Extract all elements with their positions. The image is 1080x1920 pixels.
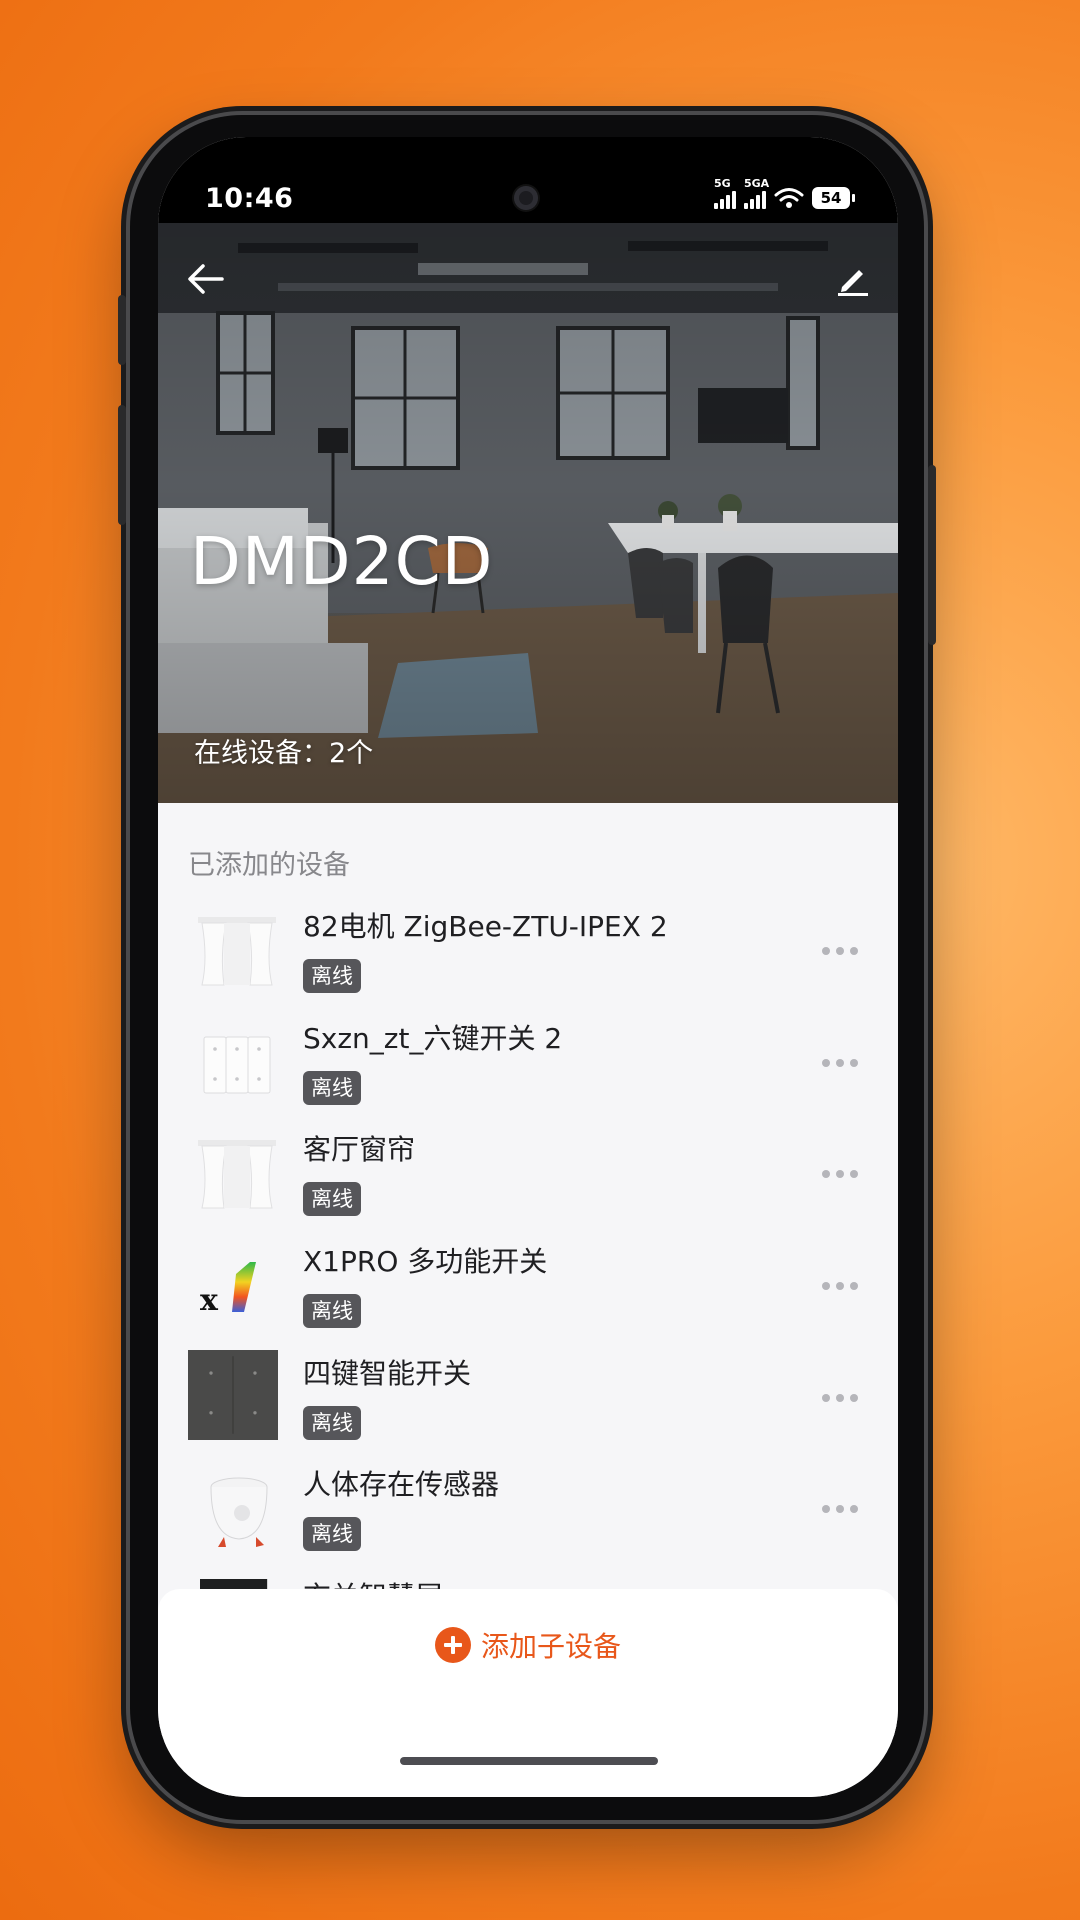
back-arrow-icon	[188, 264, 224, 294]
list-item[interactable]: 82电机 ZigBee-ZTU-IPEX 2 离线	[158, 899, 898, 1011]
status-badge: 离线	[303, 1405, 361, 1440]
room-hero-banner: DMD2CD 在线设备：2个	[158, 223, 898, 803]
online-device-count: 在线设备：2个	[194, 738, 374, 769]
more-options-button[interactable]	[822, 1282, 858, 1291]
status-icons: 5G 5GA 54	[714, 177, 855, 209]
status-badge: 离线	[303, 1294, 361, 1329]
device-name: 人体存在传感器	[303, 1468, 500, 1502]
wifi-icon	[774, 188, 804, 208]
bottom-action-bar: 添加子设备	[158, 1589, 898, 1797]
svg-text:x: x	[200, 1283, 219, 1318]
signal-icon: 5G	[714, 177, 736, 209]
more-options-button[interactable]	[822, 1170, 858, 1179]
four-key-switch-icon	[188, 1349, 278, 1440]
device-name: X1PRO 多功能开关	[303, 1245, 548, 1279]
device-name: 客厅窗帘	[303, 1133, 416, 1167]
device-list: 82电机 ZigBee-ZTU-IPEX 2 离线 Sxzn_zt_六键开关 2…	[158, 899, 898, 1589]
pencil-icon	[838, 270, 868, 296]
volume-button	[118, 405, 126, 525]
power-button	[928, 465, 936, 645]
signal-label: 5GA	[744, 177, 770, 190]
room-title: DMD2CD	[190, 523, 494, 600]
signal-icon: 5GA	[744, 177, 769, 209]
status-badge: 离线	[303, 1070, 361, 1105]
list-item[interactable]: x X1PRO 多功能开关 离线	[158, 1234, 898, 1346]
six-key-switch-icon	[203, 1036, 271, 1094]
device-name: 玄关智慧屏	[303, 1575, 443, 1589]
status-badge: 离线	[303, 1182, 361, 1217]
status-bar: 10:46 5G 5GA 54	[158, 137, 898, 223]
device-name: 82电机 ZigBee-ZTU-IPEX 2	[303, 910, 668, 943]
home-indicator[interactable]	[400, 1757, 658, 1765]
status-badge: 离线	[303, 959, 361, 993]
add-subdevice-button[interactable]: 添加子设备	[158, 1617, 898, 1673]
curtain-motor-icon	[198, 917, 276, 986]
device-name: Sxzn_zt_六键开关 2	[303, 1021, 563, 1055]
app-screen: 10:46 5G 5GA 54 DMD2CD 在线设备：2个 已添加的设备 82…	[158, 137, 898, 1797]
status-time: 10:46	[205, 183, 294, 214]
list-item[interactable]: 四键智能开关 离线	[158, 1346, 898, 1458]
more-options-button[interactable]	[822, 1058, 858, 1067]
list-item[interactable]: 88 玄关智慧屏 离线	[158, 1569, 898, 1589]
hero-overlay	[158, 223, 898, 803]
phone-frame: 10:46 5G 5GA 54 DMD2CD 在线设备：2个 已添加的设备 82…	[118, 115, 936, 1820]
volume-button	[118, 295, 126, 365]
curtain-icon	[198, 1140, 276, 1209]
smart-screen-icon: 88	[200, 1579, 268, 1589]
x1-logo-icon: x	[200, 1262, 256, 1318]
list-item[interactable]: 人体存在传感器 离线	[158, 1457, 898, 1569]
add-subdevice-label: 添加子设备	[480, 1630, 621, 1663]
added-devices-heading: 已添加的设备	[188, 850, 350, 881]
edit-button[interactable]	[824, 251, 880, 307]
more-options-button[interactable]	[822, 1505, 858, 1514]
device-name: 四键智能开关	[303, 1356, 472, 1390]
front-camera	[514, 186, 538, 210]
more-options-button[interactable]	[822, 947, 858, 955]
battery-icon: 54	[812, 187, 855, 209]
back-button[interactable]	[178, 251, 234, 307]
list-item[interactable]: 客厅窗帘 离线	[158, 1122, 898, 1234]
presence-sensor-icon	[210, 1477, 268, 1548]
signal-label: 5G	[714, 177, 731, 190]
list-item[interactable]: Sxzn_zt_六键开关 2 离线	[158, 1011, 898, 1123]
status-badge: 离线	[303, 1517, 361, 1552]
plus-icon	[434, 1627, 471, 1663]
more-options-button[interactable]	[822, 1393, 858, 1402]
